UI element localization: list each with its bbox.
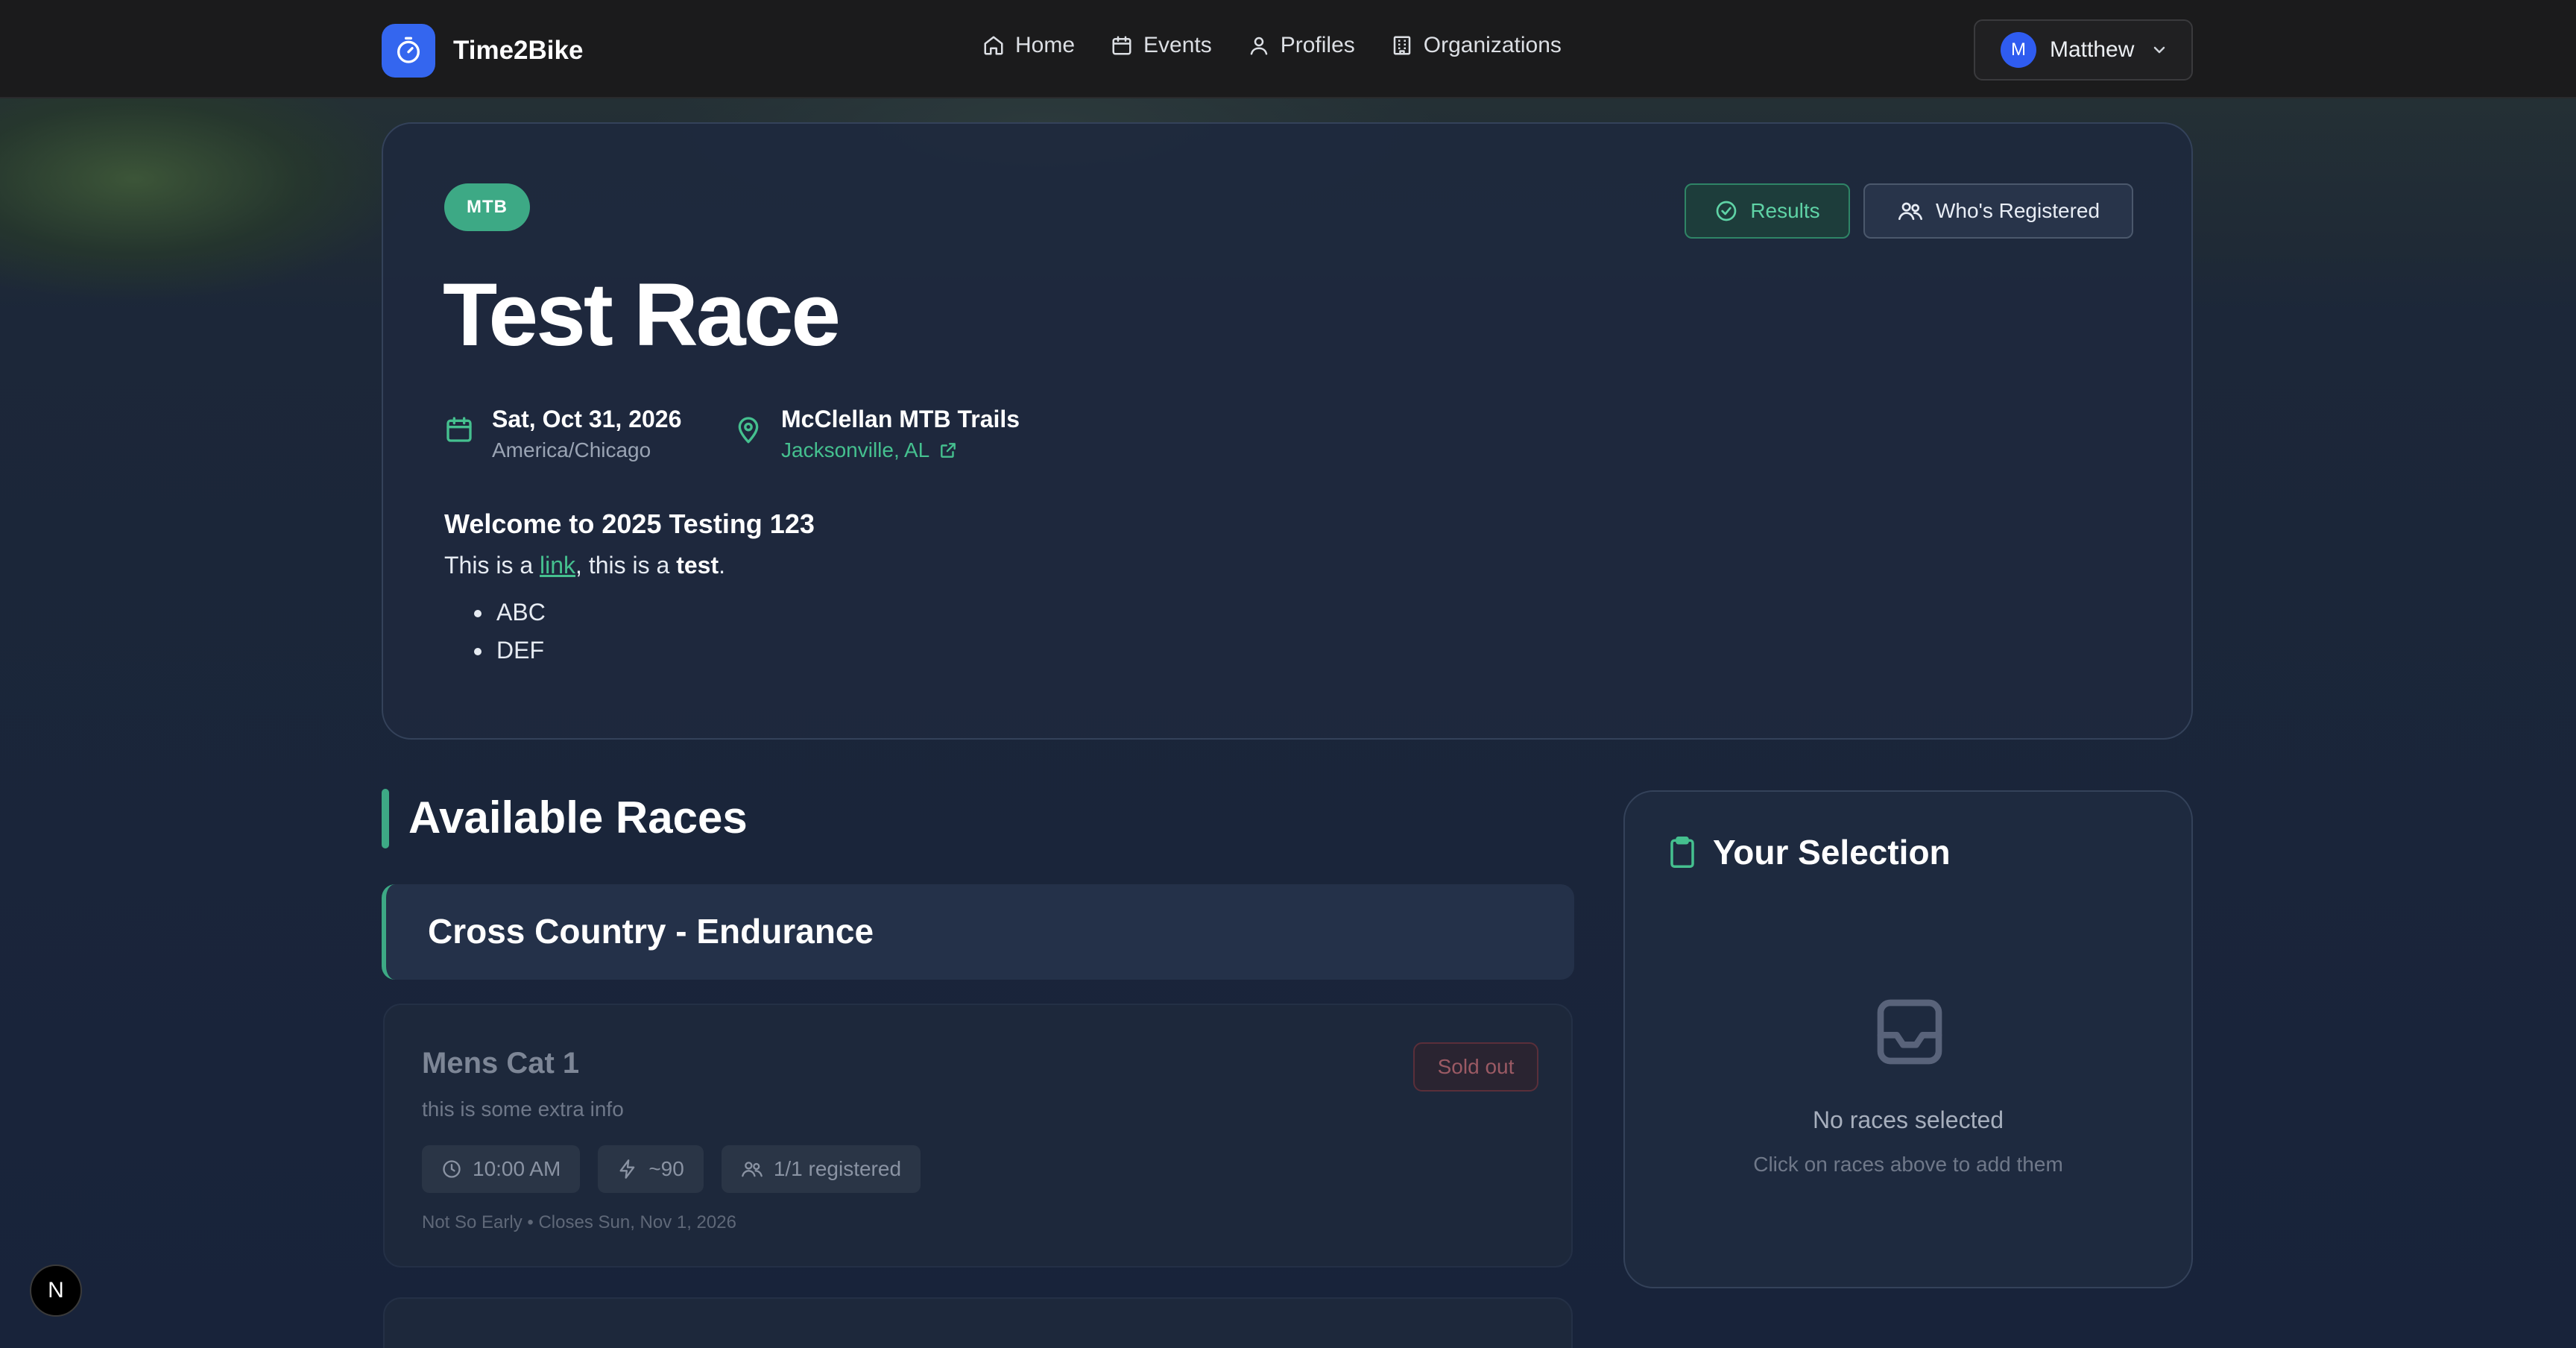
description-text: This is a <box>444 552 540 579</box>
empty-state-subtitle: Click on races above to add them <box>1753 1153 2063 1176</box>
location-map-link[interactable]: Jacksonville, AL <box>781 438 1020 462</box>
location-city: Jacksonville, AL <box>781 438 930 462</box>
discipline-badge: MTB <box>444 183 530 231</box>
race-deadline: Not So Early • Closes Sun, Nov 1, 2026 <box>422 1212 736 1232</box>
selection-header: Your Selection <box>1667 832 1951 872</box>
nav-item-organizations[interactable]: Organizations <box>1391 33 1562 58</box>
user-icon <box>1250 37 1267 55</box>
users-icon <box>1898 202 1922 220</box>
registered-chip: 1/1 registered <box>721 1145 921 1193</box>
nav-item-label: Profiles <box>1280 33 1355 57</box>
event-details-card: MTB Results Who's Registered Test Race S… <box>382 122 2193 740</box>
selection-title: Your Selection <box>1713 833 1951 872</box>
venue-name: McClellan MTB Trails <box>781 406 1020 432</box>
race-card[interactable]: Mens Cat 1 this is some extra info Sold … <box>383 1004 1573 1267</box>
brand[interactable]: Time2Bike <box>382 24 583 78</box>
race-category-header: Cross Country - Endurance <box>382 884 1574 980</box>
whos-registered-button[interactable]: Who's Registered <box>1863 183 2133 239</box>
event-location: McClellan MTB Trails Jacksonville, AL <box>733 404 1020 462</box>
avatar: M <box>2001 32 2036 68</box>
lightning-icon <box>619 1159 635 1179</box>
clock-icon <box>443 1160 461 1178</box>
start-time-chip: 10:00 AM <box>422 1145 581 1193</box>
your-selection-panel: Your Selection No races selected Click o… <box>1623 790 2193 1288</box>
nav-item-label: Home <box>1015 33 1076 57</box>
nav-item-home[interactable]: Home <box>982 33 1075 58</box>
clipboard-icon <box>1670 837 1694 868</box>
nav-links: Home Events Profiles Organizations <box>982 33 1597 58</box>
description-heading: Welcome to 2025 Testing 123 <box>444 508 815 539</box>
section-accent-bar <box>382 789 389 848</box>
nav-item-label: Events <box>1143 33 1212 57</box>
race-info: this is some extra info <box>422 1097 624 1121</box>
nav-item-profiles[interactable]: Profiles <box>1248 33 1355 58</box>
dev-tools-badge[interactable]: N <box>30 1264 82 1317</box>
race-category-title: Cross Country - Endurance <box>428 912 874 951</box>
status-badge: Sold out <box>1413 1042 1538 1092</box>
event-timezone: America/Chicago <box>492 438 651 462</box>
users-icon <box>741 1162 763 1177</box>
description-text: , this is a <box>575 552 677 579</box>
external-link-icon <box>941 442 956 458</box>
check-circle-icon <box>1716 201 1737 221</box>
brand-name: Time2Bike <box>453 36 584 65</box>
race-card[interactable] <box>383 1297 1573 1348</box>
race-name: Mens Cat 1 <box>422 1047 580 1080</box>
event-title: Test Race <box>443 265 841 365</box>
calendar-icon <box>446 417 472 442</box>
user-name: Matthew <box>2050 37 2135 62</box>
nav-item-label: Organizations <box>1423 33 1562 57</box>
description-list: ABC DEF <box>474 599 1786 664</box>
inbox-icon <box>1877 999 1942 1065</box>
results-button[interactable]: Results <box>1685 183 1850 239</box>
race-chips: 10:00 AM ~90 1/1 registered <box>422 1145 938 1193</box>
home-icon <box>984 36 1003 55</box>
event-description: Welcome to 2025 Testing 123 This is a li… <box>444 508 1786 675</box>
user-menu-button[interactable]: M Matthew <box>1974 19 2193 81</box>
event-date: Sat, Oct 31, 2026 America/Chicago <box>444 404 681 462</box>
event-date-text: Sat, Oct 31, 2026 <box>492 406 682 432</box>
list-item: ABC <box>474 599 1786 626</box>
registered-count: 1/1 registered <box>773 1157 902 1180</box>
start-time: 10:00 AM <box>473 1157 561 1180</box>
building-icon <box>1393 36 1411 55</box>
description-bold: test <box>676 552 719 579</box>
calendar-icon <box>1112 36 1131 55</box>
empty-state-title: No races selected <box>1812 1106 2004 1133</box>
map-pin-icon <box>738 417 759 444</box>
nav-item-events[interactable]: Events <box>1111 33 1212 58</box>
list-item: DEF <box>474 637 1786 664</box>
duration: ~90 <box>648 1157 684 1180</box>
whos-registered-label: Who's Registered <box>1935 199 2100 222</box>
description-link[interactable]: link <box>540 552 575 579</box>
available-races-title: Available Races <box>408 793 748 842</box>
chevron-down-icon <box>2154 46 2165 54</box>
stopwatch-logo-icon <box>382 24 435 78</box>
top-navbar: Time2Bike Home Events Profiles Organizat… <box>0 0 2576 98</box>
description-paragraph: This is a link, this is a test. <box>444 552 1786 579</box>
results-button-label: Results <box>1750 199 1820 222</box>
description-text: . <box>719 552 725 579</box>
duration-chip: ~90 <box>598 1145 704 1193</box>
